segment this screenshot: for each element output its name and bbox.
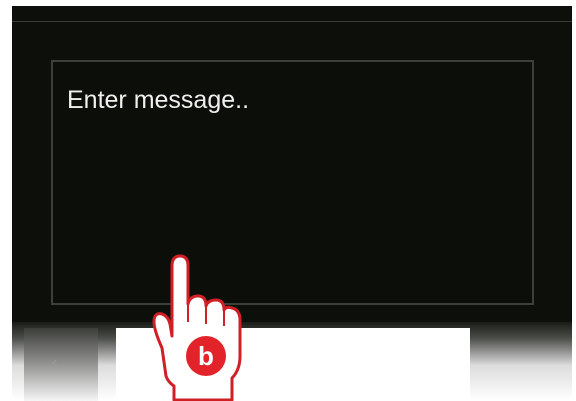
message-placeholder: Enter message.. <box>67 86 250 114</box>
app-screen: Enter message.. ‹ <box>12 6 572 401</box>
top-divider <box>12 21 572 22</box>
message-input[interactable]: Enter message.. <box>51 60 534 305</box>
back-arrow-icon: ‹ <box>52 354 58 371</box>
badge-letter: b <box>198 341 214 371</box>
back-key[interactable] <box>24 328 98 401</box>
pointing-hand-icon: b <box>152 254 242 401</box>
